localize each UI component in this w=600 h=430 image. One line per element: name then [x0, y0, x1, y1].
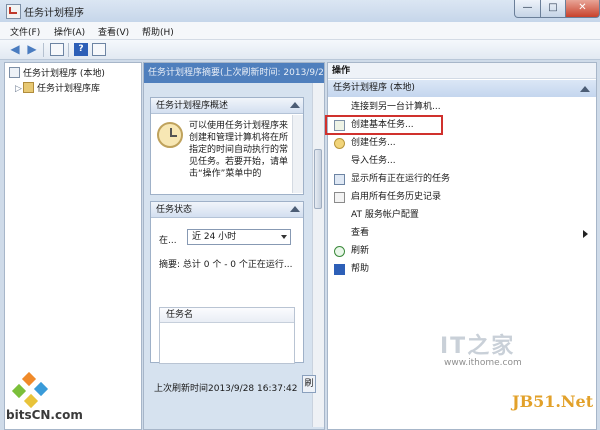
- time-range-select[interactable]: 近 24 小时: [187, 229, 291, 245]
- refresh-icon: [334, 246, 345, 257]
- submenu-arrow-icon: [583, 230, 588, 238]
- overview-section-title[interactable]: 任务计划程序概述: [151, 98, 303, 114]
- actions-group-label: 任务计划程序 (本地): [333, 83, 415, 93]
- expand-arrow-icon[interactable]: ▷: [15, 84, 22, 94]
- forward-arrow-icon[interactable]: ▶: [25, 43, 39, 56]
- toolbar-separator: [68, 43, 69, 57]
- help-icon[interactable]: ?: [74, 43, 88, 56]
- tree-item-label: 任务计划程序 (本地): [23, 69, 105, 79]
- help-icon: [334, 264, 345, 275]
- refresh-button[interactable]: 刷: [302, 375, 316, 393]
- task-status-section: 任务状态 在... 近 24 小时 摘要: 总计 0 个 - 0 个正在运行..…: [150, 201, 304, 364]
- blank-icon: [334, 102, 345, 113]
- toolbar: ◀ ▶ ?: [0, 40, 600, 60]
- menu-help[interactable]: 帮助(H): [142, 25, 174, 38]
- running-tasks-icon: [334, 174, 345, 185]
- task-status-section-title[interactable]: 任务状态: [151, 202, 303, 218]
- action-at-service-account[interactable]: AT 服务帐户配置: [332, 207, 594, 224]
- tree-item-task-library[interactable]: ▷ 任务计划程序库: [15, 81, 100, 94]
- tree-item-task-scheduler-local[interactable]: 任务计划程序 (本地): [9, 66, 105, 79]
- time-range-label: 在...: [159, 236, 177, 246]
- ithome-url-watermark: www.ithome.com: [444, 358, 522, 368]
- action-create-task[interactable]: 创建任务...: [332, 135, 594, 152]
- time-range-value: 近 24 小时: [192, 232, 237, 242]
- blank-icon: [334, 228, 345, 239]
- scrollbar-thumb[interactable]: [314, 149, 322, 209]
- section-title-text: 任务状态: [156, 205, 193, 215]
- show-hide-console-tree-icon[interactable]: [50, 43, 64, 56]
- folder-icon: [23, 82, 34, 93]
- last-refresh-time: 上次刷新时间2013/9/28 16:37:42: [154, 384, 298, 394]
- bitscn-watermark: bitsCN.com: [6, 408, 83, 422]
- status-summary: 摘要: 总计 0 个 - 0 个正在运行...: [159, 260, 293, 270]
- section-title-text: 任务计划程序概述: [156, 101, 229, 111]
- action-display-running-tasks[interactable]: 显示所有正在运行的任务: [332, 171, 594, 188]
- actions-title: 操作: [328, 63, 596, 79]
- back-arrow-icon[interactable]: ◀: [8, 43, 22, 56]
- show-action-pane-icon[interactable]: [92, 43, 106, 56]
- task-scheduler-app-icon: [6, 4, 21, 19]
- ithome-watermark: IT之家: [440, 334, 516, 359]
- overview-scrollbar[interactable]: [292, 115, 303, 193]
- collapse-icon[interactable]: [290, 102, 300, 108]
- menu-view[interactable]: 查看(V): [98, 25, 129, 38]
- task-name-column-header[interactable]: 任务名: [160, 308, 294, 323]
- menu-action[interactable]: 操作(A): [54, 25, 85, 38]
- overview-section: 任务计划程序概述 可以使用任务计划程序来创建和管理计算机将在所指定的时间自动执行…: [150, 97, 304, 195]
- toolbar-separator: [43, 43, 44, 57]
- action-import-task[interactable]: 导入任务...: [332, 153, 594, 170]
- bitscn-logo-icon: [11, 372, 49, 409]
- maximize-button[interactable]: □: [540, 0, 566, 18]
- menu-bar: 文件(F) 操作(A) 查看(V) 帮助(H): [0, 22, 600, 40]
- tree-item-label: 任务计划程序库: [37, 84, 101, 94]
- chevron-down-icon: [281, 235, 287, 239]
- actions-group-header[interactable]: 任务计划程序 (本地): [328, 80, 596, 97]
- action-refresh[interactable]: 刷新: [332, 243, 594, 260]
- summary-pane: 任务计划程序摘要(上次刷新时间: 2013/9/28 任务计划程序概述 可以使用…: [143, 62, 325, 430]
- collapse-icon[interactable]: [580, 86, 590, 92]
- close-button[interactable]: ✕: [565, 0, 600, 18]
- blank-icon: [334, 156, 345, 167]
- action-help[interactable]: 帮助: [332, 261, 594, 278]
- blank-icon: [334, 210, 345, 221]
- task-table[interactable]: 任务名: [159, 307, 295, 364]
- action-enable-task-history[interactable]: 启用所有任务历史记录: [332, 189, 594, 206]
- menu-file[interactable]: 文件(F): [10, 25, 40, 38]
- minimize-button[interactable]: —: [514, 0, 541, 18]
- history-icon: [334, 192, 345, 203]
- summary-header: 任务计划程序摘要(上次刷新时间: 2013/9/28: [144, 63, 324, 83]
- clock-icon: [157, 122, 183, 148]
- title-bar: 任务计划程序 — □ ✕: [0, 0, 600, 23]
- collapse-icon[interactable]: [290, 206, 300, 212]
- computer-clock-icon: [9, 67, 20, 78]
- action-view[interactable]: 查看: [332, 225, 594, 242]
- jb51-watermark: JB51.Net: [512, 392, 594, 411]
- highlight-box: [325, 115, 443, 135]
- window-title: 任务计划程序: [24, 8, 84, 19]
- overview-description: 可以使用任务计划程序来创建和管理计算机将在所指定的时间自动执行的常见任务。若要开…: [189, 121, 289, 179]
- action-connect-computer[interactable]: 连接到另一台计算机...: [332, 99, 594, 116]
- create-task-icon: [334, 138, 345, 149]
